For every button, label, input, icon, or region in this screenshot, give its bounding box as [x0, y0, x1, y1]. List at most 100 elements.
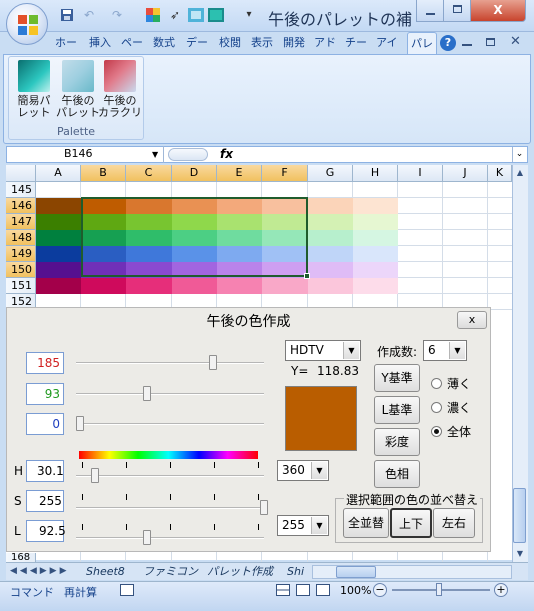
l-base-button[interactable]: L基準 — [374, 396, 420, 424]
ribbon-tab[interactable]: ペー — [118, 32, 148, 54]
sheet-tab-famicom[interactable]: ファミコン — [143, 564, 198, 579]
cell-b146[interactable] — [81, 198, 126, 214]
l-value-input[interactable]: 92.5 — [26, 520, 66, 542]
cell-h147[interactable] — [353, 214, 398, 230]
ribbon-tab[interactable]: デー — [183, 32, 214, 54]
ribbon-tab[interactable]: パレ — [407, 32, 437, 54]
green-value-input[interactable]: 93 — [26, 383, 64, 405]
status-recalc[interactable]: 再計算 — [64, 584, 97, 600]
maximize-button[interactable] — [443, 0, 471, 22]
row-header-148[interactable]: 148 — [6, 230, 36, 246]
column-header-h[interactable]: H — [353, 165, 398, 182]
cell-a151[interactable] — [36, 278, 81, 294]
h-slider-track[interactable] — [76, 475, 264, 477]
h-value-input[interactable]: 30.16 — [26, 460, 64, 482]
select-all-corner[interactable] — [6, 165, 36, 182]
customize-dropdown-icon[interactable]: ▾ — [242, 8, 256, 22]
cell-b147[interactable] — [81, 214, 126, 230]
cell-b148[interactable] — [81, 230, 126, 246]
cell-g147[interactable] — [308, 214, 353, 230]
cell-g149[interactable] — [308, 246, 353, 262]
cell-h149[interactable] — [353, 246, 398, 262]
dark-radio[interactable] — [431, 402, 442, 413]
cell-c149[interactable] — [126, 246, 172, 262]
minimize-button[interactable] — [416, 0, 444, 22]
name-box[interactable]: B146 — [6, 146, 164, 163]
cell-e146[interactable] — [217, 198, 262, 214]
cell-h150[interactable] — [353, 262, 398, 278]
all-radio[interactable] — [431, 426, 442, 437]
row-header-151[interactable]: 151 — [6, 278, 36, 294]
hue-button[interactable]: 色相 — [374, 460, 420, 488]
sheet-tab-sheet8[interactable]: Sheet8 — [86, 564, 125, 579]
pointer-icon[interactable]: ➶ — [168, 8, 182, 22]
row-header-146[interactable]: 146 — [6, 198, 36, 214]
row-header-149[interactable]: 149 — [6, 246, 36, 262]
scroll-up-icon[interactable]: ▲ — [513, 166, 527, 180]
light-radio[interactable] — [431, 378, 442, 389]
simple-palette-button[interactable]: 簡易パ レット — [12, 58, 56, 120]
color-grid-icon[interactable] — [146, 8, 160, 22]
zoom-in-icon[interactable]: + — [494, 583, 508, 597]
zoom-level[interactable]: 100% — [340, 584, 371, 597]
dialog-close-button[interactable]: x — [457, 311, 487, 329]
sort-vertical-button[interactable]: 上下 — [390, 508, 432, 538]
normal-view-icon[interactable] — [276, 584, 290, 596]
cell-d151[interactable] — [172, 278, 217, 294]
page-layout-view-icon[interactable] — [296, 584, 310, 596]
horizontal-scroll-thumb[interactable] — [336, 566, 376, 578]
cell-d147[interactable] — [172, 214, 217, 230]
h-range-select[interactable]: 360 ▼ — [277, 460, 329, 481]
green-slider-track[interactable] — [76, 393, 264, 395]
cell-e150[interactable] — [217, 262, 262, 278]
blue-value-input[interactable]: 0 — [26, 413, 64, 435]
cell-b149[interactable] — [81, 246, 126, 262]
row-header-147[interactable]: 147 — [6, 214, 36, 230]
column-header-j[interactable]: J — [443, 165, 488, 182]
cell-g150[interactable] — [308, 262, 353, 278]
fill-handle[interactable] — [304, 273, 310, 279]
column-header-g[interactable]: G — [308, 165, 353, 182]
ribbon-tab[interactable]: 表示 — [248, 32, 278, 54]
blue-slider-thumb[interactable] — [76, 416, 84, 431]
green-slider-thumb[interactable] — [143, 386, 152, 401]
zoom-slider-thumb[interactable] — [436, 583, 442, 596]
ribbon-minimize-icon[interactable] — [462, 44, 472, 46]
cell-h151[interactable] — [353, 278, 398, 294]
cell-b150[interactable] — [81, 262, 126, 278]
cell-c150[interactable] — [126, 262, 172, 278]
zoom-out-icon[interactable]: − — [373, 583, 387, 597]
cell-a148[interactable] — [36, 230, 81, 246]
standard-select[interactable]: HDTV ▼ — [285, 340, 361, 361]
cell-c146[interactable] — [126, 198, 172, 214]
column-header-k[interactable]: K — [488, 165, 512, 182]
row-header-145[interactable]: 145 — [6, 182, 36, 198]
sheet-tab-shi[interactable]: Shi — [287, 564, 304, 579]
ribbon-tab[interactable]: 挿入 — [86, 32, 116, 54]
red-value-input[interactable]: 185 — [26, 352, 64, 374]
red-slider-thumb[interactable] — [209, 355, 218, 370]
sheet-nav-icons[interactable]: ◀◀◀▶▶▶ — [10, 564, 70, 579]
cell-a147[interactable] — [36, 214, 81, 230]
ribbon-restore-icon[interactable] — [486, 38, 495, 46]
cell-c151[interactable] — [126, 278, 172, 294]
column-header-e[interactable]: E — [217, 165, 262, 182]
cell-h146[interactable] — [353, 198, 398, 214]
cell-d146[interactable] — [172, 198, 217, 214]
cell-a146[interactable] — [36, 198, 81, 214]
ribbon-tab[interactable]: 開発 — [280, 32, 309, 54]
column-header-i[interactable]: I — [398, 165, 443, 182]
scroll-down-icon[interactable]: ▼ — [513, 547, 527, 561]
vertical-scroll-thumb[interactable] — [513, 488, 526, 543]
name-box-dropdown-icon[interactable]: ▼ — [152, 146, 158, 163]
cell-f149[interactable] — [262, 246, 308, 262]
blue-slider-track[interactable] — [76, 423, 264, 425]
insert-function-icon[interactable]: fx — [220, 146, 233, 163]
l-range-select[interactable]: 255 ▼ — [277, 515, 329, 536]
ribbon-tab[interactable]: ホー — [52, 32, 84, 54]
cell-d150[interactable] — [172, 262, 217, 278]
cell-b151[interactable] — [81, 278, 126, 294]
s-value-input[interactable]: 255 — [26, 490, 64, 512]
formula-input[interactable] — [236, 147, 512, 162]
red-slider-track[interactable] — [76, 362, 264, 364]
